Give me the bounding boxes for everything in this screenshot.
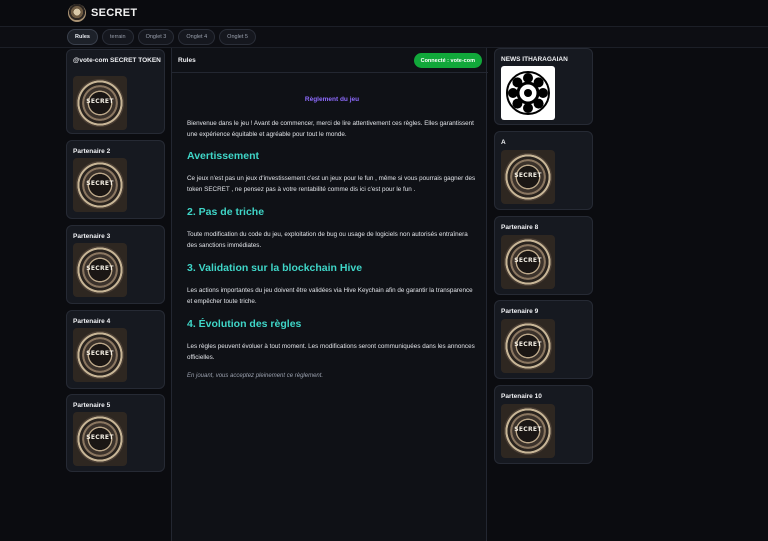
coin-label: SECRET [514, 172, 542, 179]
partner-image: SECRET [73, 328, 127, 382]
right-card-9[interactable]: Partenaire 9 SECRET [494, 300, 593, 379]
card-title: Partenaire 5 [73, 402, 111, 409]
section-text: Ce jeux n'est pas un jeux d'investisseme… [187, 175, 476, 193]
secret-token-image: SECRET [73, 76, 127, 130]
right-card-10[interactable]: Partenaire 10 SECRET [494, 385, 593, 464]
top-bar: SECRET [0, 0, 768, 27]
left-card-5[interactable]: Partenaire 5 SECRET [66, 394, 165, 472]
partner-image: SECRET [73, 412, 127, 466]
partner-image: SECRET [501, 404, 555, 458]
right-card-a[interactable]: A SECRET [494, 131, 593, 210]
connection-status-badge[interactable]: Connecté : vote-com [413, 53, 482, 68]
tab-terrain[interactable]: terrain [101, 29, 134, 45]
card-title: Partenaire 10 [501, 393, 542, 400]
rules-content: Règlement du jeu Bienvenue dans le jeu !… [187, 96, 477, 381]
coin-label: SECRET [86, 265, 114, 272]
app-logo[interactable] [68, 4, 86, 22]
coin-label: SECRET [86, 180, 114, 187]
section-heading: 4. Évolution des règles [187, 318, 302, 330]
coin-label: SECRET [514, 341, 542, 348]
intro-text: Bienvenue dans le jeu ! Avant de commenc… [187, 120, 474, 138]
tab-onglet-4[interactable]: Onglet 4 [178, 29, 216, 45]
card-title: NEWS ITHARAGAIAN [501, 56, 568, 63]
left-card-4[interactable]: Partenaire 4 SECRET [66, 310, 165, 389]
left-card-1[interactable]: @vote-com SECRET TOKEN SECRET [66, 49, 165, 134]
partner-image: SECRET [501, 150, 555, 204]
section-heading: 3. Validation sur la blockchain Hive [187, 262, 363, 274]
section-heading: Avertissement [187, 150, 259, 162]
card-title: Partenaire 8 [501, 224, 539, 231]
card-title: Partenaire 3 [73, 233, 111, 240]
card-title: Partenaire 9 [501, 308, 539, 315]
section-text: Les règles peuvent évoluer à tout moment… [187, 343, 475, 361]
footer-note: En jouant, vous acceptez pleinement ce r… [187, 373, 324, 379]
coin-label: SECRET [86, 350, 114, 357]
tab-bar: Rules terrain Onglet 3 Onglet 4 Onglet 5 [0, 27, 768, 48]
rules-title: Règlement du jeu [304, 96, 360, 103]
partner-image: SECRET [73, 243, 127, 297]
section-text: Les actions importantes du jeu doivent ê… [187, 287, 473, 305]
right-card-8[interactable]: Partenaire 8 SECRET [494, 216, 593, 295]
tab-rules[interactable]: Rules [67, 29, 98, 45]
coin-label: SECRET [86, 98, 114, 105]
partner-image: SECRET [501, 319, 555, 373]
coin-label: SECRET [514, 426, 542, 433]
section-text: Toute modification du code du jeu, explo… [187, 231, 468, 249]
panel-header: Rules Connecté : vote-com [172, 48, 488, 73]
left-card-3[interactable]: Partenaire 3 SECRET [66, 225, 165, 304]
app-title[interactable]: SECRET [91, 7, 137, 19]
card-title: Partenaire 4 [73, 318, 111, 325]
coin-label: SECRET [86, 434, 114, 441]
tab-onglet-5[interactable]: Onglet 5 [219, 29, 256, 45]
news-card[interactable]: NEWS ITHARAGAIAN [494, 48, 593, 125]
card-title: @vote-com SECRET TOKEN [73, 57, 161, 64]
card-title: A [501, 139, 506, 146]
tab-onglet-3[interactable]: Onglet 3 [137, 29, 175, 45]
section-heading: 2. Pas de triche [187, 206, 265, 218]
panel-title: Rules [178, 57, 196, 64]
news-logo-image [501, 66, 555, 120]
partner-image: SECRET [501, 235, 555, 289]
left-card-2[interactable]: Partenaire 2 SECRET [66, 140, 165, 219]
partner-image: SECRET [73, 158, 127, 212]
card-title: Partenaire 2 [73, 148, 111, 155]
coin-label: SECRET [514, 257, 542, 264]
rules-panel: Rules Connecté : vote-com Règlement du j… [171, 48, 488, 541]
